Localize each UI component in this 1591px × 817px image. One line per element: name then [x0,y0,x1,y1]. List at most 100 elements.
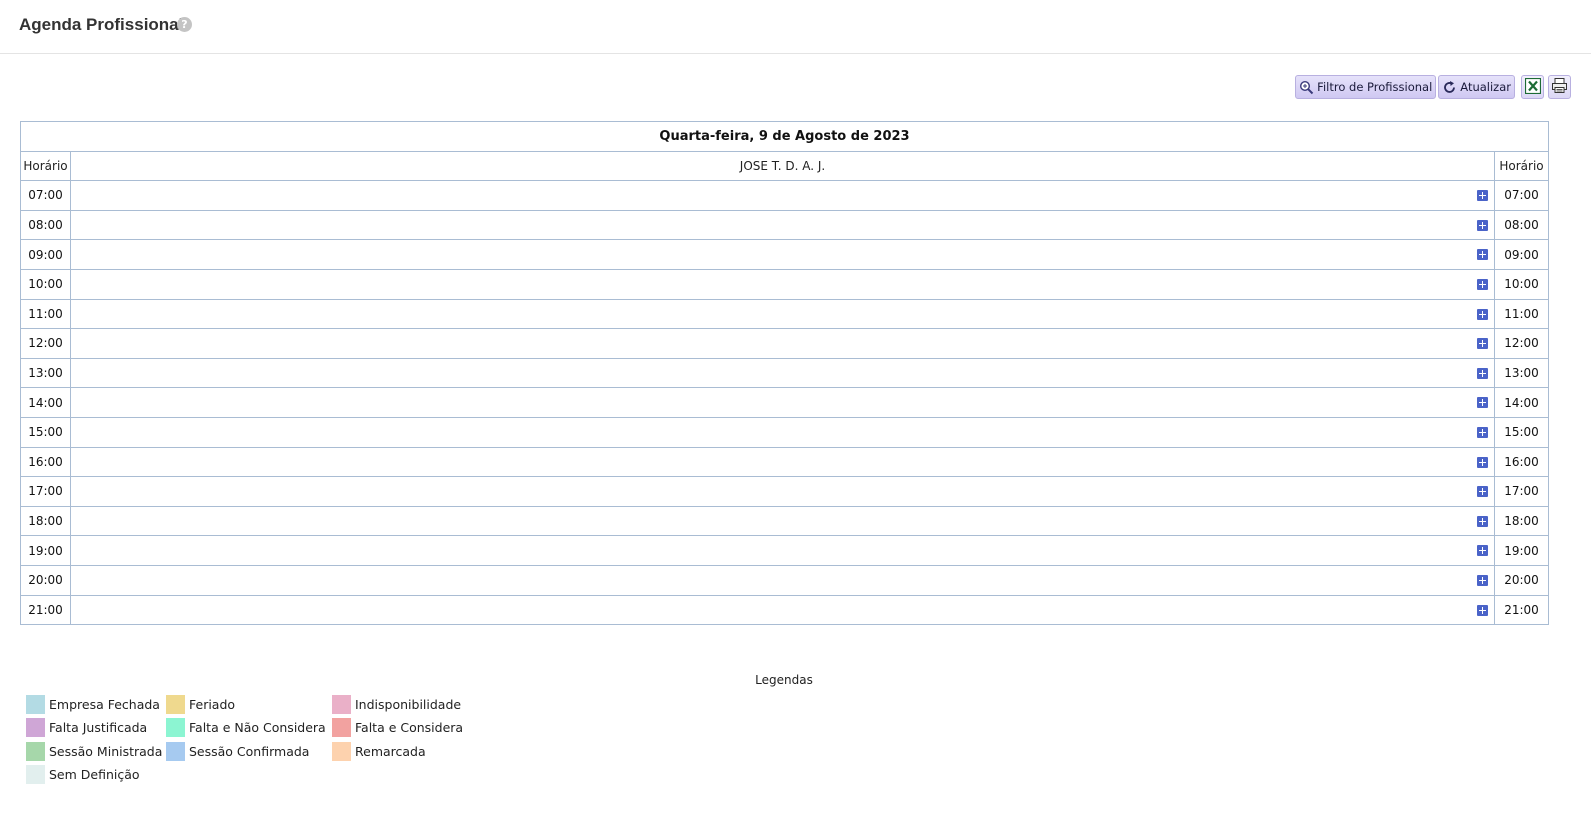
time-slot-cell[interactable] [70,476,1495,507]
legend-label: Falta e Não Considera [189,720,326,736]
time-slot-cell[interactable] [70,594,1495,626]
page-header: Agenda Profissional ? [0,0,1591,54]
time-label-left: 21:00 [20,594,71,626]
time-label-right: 19:00 [1493,535,1550,566]
legend-item: Feriado [166,694,235,714]
add-appointment-icon[interactable] [1477,308,1488,320]
time-label-left: 09:00 [20,239,71,270]
time-label-left: 18:00 [20,505,71,537]
export-excel-button[interactable] [1521,75,1544,99]
schedule-row: 14:00 14:00 [20,387,1550,418]
time-slot-cell[interactable] [70,268,1495,300]
time-slot-cell[interactable] [70,209,1495,241]
print-button[interactable] [1548,75,1571,99]
time-label-right: 18:00 [1493,505,1550,537]
time-label-left: 10:00 [20,268,71,300]
time-slot-cell[interactable] [70,298,1495,330]
schedule-row: 09:00 09:00 [20,239,1550,270]
time-column-header-right: Horário [1493,150,1550,182]
legend-item: Empresa Fechada [26,694,160,714]
legend-color-swatch [26,741,45,761]
legend-color-swatch [332,694,351,714]
time-slot-cell[interactable] [70,416,1495,448]
legend-color-swatch [26,694,45,714]
legend-item: Remarcada [332,741,426,761]
add-appointment-icon[interactable] [1477,249,1488,261]
legend-label: Empresa Fechada [49,696,160,712]
time-slot-cell[interactable] [70,239,1495,270]
legend-title: Legendas [755,673,813,687]
legend-color-swatch [166,718,185,738]
time-label-right: 20:00 [1493,564,1550,596]
time-label-left: 16:00 [20,446,71,478]
add-appointment-icon[interactable] [1477,515,1488,527]
legend-label: Indisponibilidade [355,696,462,712]
schedule-row: 10:00 10:00 [20,268,1550,300]
time-label-right: 10:00 [1493,268,1550,300]
schedule-row: 08:00 08:00 [20,209,1550,241]
refresh-button[interactable]: Atualizar [1438,75,1515,99]
add-appointment-icon[interactable] [1477,367,1488,379]
add-appointment-icon[interactable] [1477,574,1488,586]
time-label-left: 08:00 [20,209,71,241]
schedule-row: 07:00 07:00 [20,180,1550,211]
legend-label: Remarcada [355,743,426,759]
time-label-right: 11:00 [1493,298,1550,330]
professional-filter-button[interactable]: Filtro de Profissional [1295,75,1437,99]
add-appointment-icon[interactable] [1477,338,1488,350]
toolbar: Filtro de Profissional Atualizar [1295,75,1571,99]
add-appointment-icon[interactable] [1477,190,1488,202]
time-slot-cell[interactable] [70,387,1495,418]
excel-icon [1524,77,1541,97]
time-slot-cell[interactable] [70,505,1495,537]
time-label-left: 12:00 [20,328,71,359]
schedule-row: 12:00 12:00 [20,328,1550,359]
schedule-row: 15:00 15:00 [20,416,1550,448]
time-column-header-left: Horário [20,150,71,182]
legend-item: Falta e Não Considera [166,718,326,738]
legend-label: Feriado [189,696,236,712]
time-label-right: 21:00 [1493,594,1550,626]
time-slot-cell[interactable] [70,564,1495,596]
time-slot-cell[interactable] [70,357,1495,389]
time-label-left: 19:00 [20,535,71,566]
schedule-table: Quarta-feira, 9 de Agosto de 2023 Horári… [19,121,1550,626]
add-appointment-icon[interactable] [1477,278,1488,290]
legend-label: Sessão Ministrada [49,743,163,759]
time-slot-cell[interactable] [70,180,1495,211]
add-appointment-icon[interactable] [1477,426,1488,438]
schedule-row: 16:00 16:00 [20,446,1550,478]
refresh-label: Atualizar [1460,80,1511,94]
time-label-left: 13:00 [20,357,71,389]
schedule-row: 13:00 13:00 [20,357,1550,389]
add-appointment-icon[interactable] [1477,545,1488,557]
time-label-left: 17:00 [20,476,71,507]
legend-label: Falta e Considera [355,720,464,736]
time-slot-cell[interactable] [70,446,1495,478]
time-label-right: 15:00 [1493,416,1550,448]
time-label-left: 15:00 [20,416,71,448]
add-appointment-icon[interactable] [1477,604,1488,616]
time-label-right: 16:00 [1493,446,1550,478]
time-slot-cell[interactable] [70,328,1495,359]
add-appointment-icon[interactable] [1477,397,1488,409]
schedule-row: 17:00 17:00 [20,476,1550,507]
legend-item: Sessão Confirmada [166,741,309,761]
add-appointment-icon[interactable] [1477,456,1488,468]
time-label-right: 17:00 [1493,476,1550,507]
time-label-left: 11:00 [20,298,71,330]
help-icon[interactable]: ? [177,17,192,32]
time-label-right: 08:00 [1493,209,1550,241]
add-appointment-icon[interactable] [1477,219,1488,231]
legend-color-swatch [26,765,45,785]
add-appointment-icon[interactable] [1477,486,1488,498]
page-title: Agenda Profissional [19,15,184,34]
time-slot-cell[interactable] [70,535,1495,566]
time-label-right: 07:00 [1493,180,1550,211]
time-label-left: 20:00 [20,564,71,596]
time-label-right: 13:00 [1493,357,1550,389]
time-label-left: 07:00 [20,180,71,211]
refresh-icon [1442,80,1457,95]
legend-item: Indisponibilidade [332,694,461,714]
legend-item: Falta e Considera [332,718,463,738]
